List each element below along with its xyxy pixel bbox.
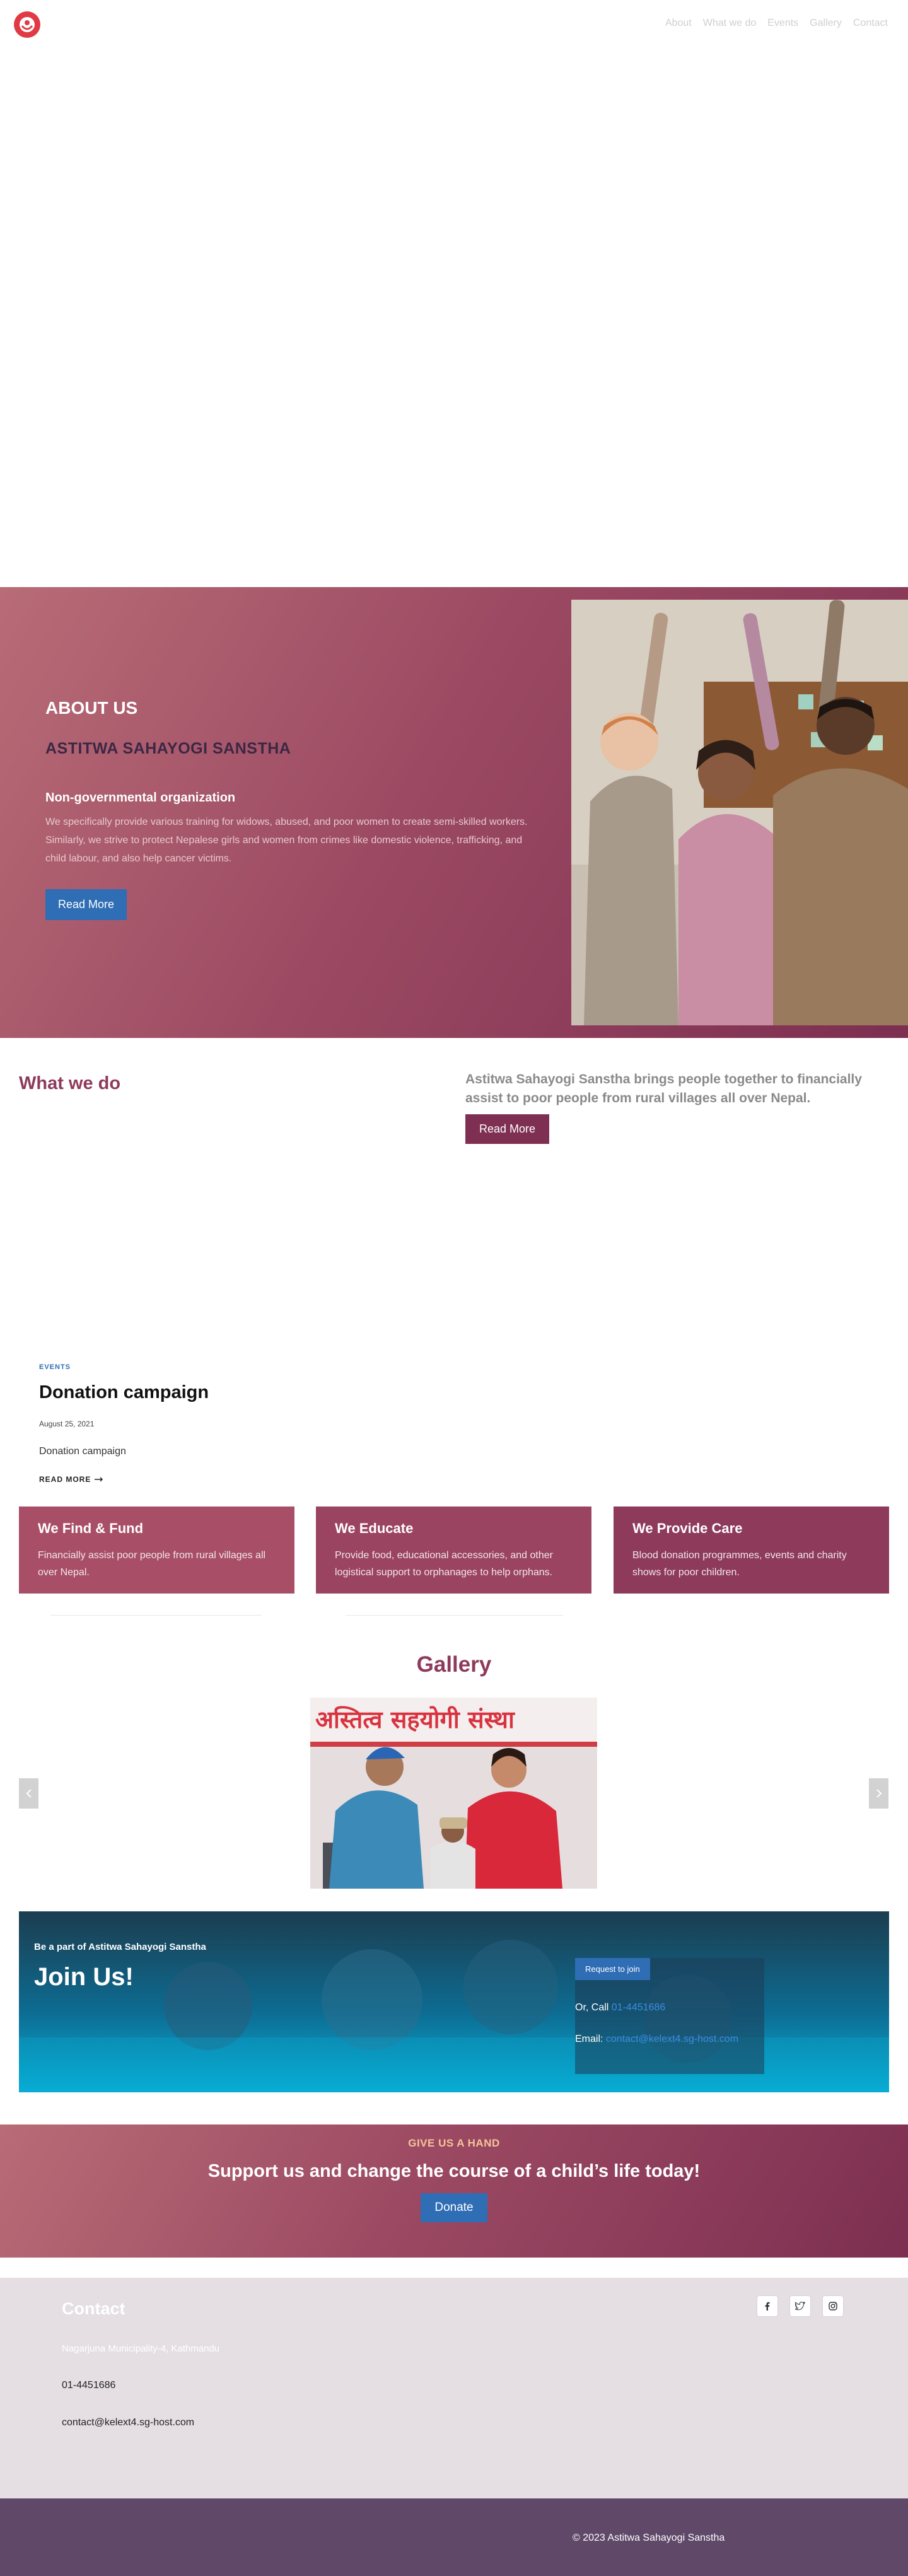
join-email-link[interactable]: contact@kelext4.sg-host.com bbox=[606, 2034, 738, 2044]
nav-item-events[interactable]: Events bbox=[767, 18, 798, 29]
join-panel: Request to join Or, Call 01-4451686 Emai… bbox=[575, 1958, 764, 2074]
nav-item-about[interactable]: About bbox=[665, 18, 692, 29]
join-title: Join Us! bbox=[34, 1963, 134, 1991]
gallery-slide-image: अस्तित्व सहयोगी संस्था bbox=[310, 1698, 597, 1889]
service-card-text: Blood donation programmes, events and ch… bbox=[632, 1550, 847, 1578]
service-card-title: We Educate bbox=[335, 1520, 414, 1536]
chevron-left-icon bbox=[26, 1789, 32, 1798]
nav-item-contact[interactable]: Contact bbox=[853, 18, 888, 29]
gallery-prev-button[interactable] bbox=[19, 1778, 38, 1809]
donation-event-photo: अस्तित्व सहयोगी संस्था bbox=[310, 1698, 597, 1889]
event-date: August 25, 2021 bbox=[39, 1419, 95, 1428]
donate-title: Support us and change the course of a ch… bbox=[207, 2161, 701, 2181]
services-cards: We Find & Fund Financially assist poor p… bbox=[19, 1507, 889, 1594]
join-email-line: Email: contact@kelext4.sg-host.com bbox=[575, 2034, 738, 2045]
event-post: EVENTS Donation campaign August 25, 2021… bbox=[39, 1363, 354, 1484]
instagram-link[interactable] bbox=[822, 2295, 844, 2317]
facebook-link[interactable] bbox=[757, 2295, 778, 2317]
about-text: ABOUT US ASTITWA SAHAYOGI SANSTHA Non-go… bbox=[45, 698, 537, 920]
footer-copyright: © 2023 Astitwa Sahayogi Sanstha bbox=[573, 2532, 725, 2543]
donate-section: GIVE US A HAND Support us and change the… bbox=[0, 2124, 908, 2258]
about-description: We specifically provide various training… bbox=[45, 817, 528, 864]
event-read-more-link[interactable]: READ MORE bbox=[39, 1475, 354, 1484]
join-us-section: Be a part of Astitwa Sahayogi Sanstha Jo… bbox=[19, 1911, 889, 2092]
request-to-join-button[interactable]: Request to join bbox=[575, 1958, 650, 1980]
chevron-right-icon bbox=[876, 1789, 882, 1798]
join-call-line: Or, Call 01-4451686 bbox=[575, 2002, 665, 2014]
divider bbox=[50, 1615, 262, 1616]
about-photo bbox=[571, 600, 908, 1025]
contact-email[interactable]: contact@kelext4.sg-host.com bbox=[62, 2417, 194, 2428]
gallery-next-button[interactable] bbox=[869, 1778, 888, 1809]
join-phone-link[interactable]: 01-4451686 bbox=[612, 2002, 665, 2013]
site-logo[interactable] bbox=[14, 11, 40, 38]
celebrating-people-image bbox=[571, 600, 908, 1025]
service-card-care: We Provide Care Blood donation programme… bbox=[614, 1507, 889, 1594]
nav-item-what-we-do[interactable]: What we do bbox=[703, 18, 756, 29]
facebook-icon bbox=[765, 2302, 770, 2311]
divider bbox=[346, 1615, 563, 1616]
what-we-do-read-more-button[interactable]: Read More bbox=[465, 1114, 550, 1144]
event-excerpt: Donation campaign bbox=[39, 1446, 126, 1457]
join-call-label: Or, Call bbox=[575, 2002, 609, 2013]
twitter-icon bbox=[795, 2302, 805, 2311]
service-card-title: We Provide Care bbox=[632, 1520, 743, 1536]
service-card-text: Provide food, educational accessories, a… bbox=[335, 1550, 553, 1578]
join-email-label: Email: bbox=[575, 2034, 603, 2044]
arrow-right-icon bbox=[95, 1477, 103, 1482]
event-read-more-label: READ MORE bbox=[39, 1475, 91, 1484]
event-category-tag[interactable]: EVENTS bbox=[39, 1363, 354, 1371]
site-footer: © 2023 Astitwa Sahayogi Sanstha bbox=[0, 2498, 908, 2576]
donate-kicker: GIVE US A HAND bbox=[408, 2137, 500, 2149]
service-card-find-fund: We Find & Fund Financially assist poor p… bbox=[19, 1507, 294, 1594]
site-header: About What we do Events Gallery Contact bbox=[0, 0, 908, 49]
contact-address: Nagarjuna Municipality-4, Kathmandu bbox=[62, 2343, 220, 2354]
join-kicker: Be a part of Astitwa Sahayogi Sanstha bbox=[34, 1942, 206, 1952]
service-card-text: Financially assist poor people from rura… bbox=[38, 1550, 266, 1578]
what-we-do-intro: Astitwa Sahayogi Sanstha brings people t… bbox=[465, 1070, 894, 1144]
what-we-do-description: Astitwa Sahayogi Sanstha brings people t… bbox=[465, 1072, 862, 1105]
what-we-do-title: What we do bbox=[19, 1073, 121, 1093]
gallery-title: Gallery bbox=[416, 1652, 492, 1677]
event-title[interactable]: Donation campaign bbox=[39, 1382, 354, 1403]
contact-phone[interactable]: 01-4451686 bbox=[62, 2380, 115, 2391]
contact-section: Contact Nagarjuna Municipality-4, Kathma… bbox=[0, 2278, 908, 2498]
service-card-educate: We Educate Provide food, educational acc… bbox=[316, 1507, 591, 1594]
logo-emblem-icon bbox=[20, 17, 35, 32]
about-subtitle: Non-governmental organization bbox=[45, 791, 236, 805]
twitter-link[interactable] bbox=[789, 2295, 811, 2317]
service-card-title: We Find & Fund bbox=[38, 1520, 144, 1536]
about-section: ABOUT US ASTITWA SAHAYOGI SANSTHA Non-go… bbox=[0, 587, 908, 1038]
about-title: ASTITWA SAHAYOGI SANSTHA bbox=[45, 740, 291, 757]
gallery-banner-text: अस्तित्व सहयोगी संस्था bbox=[315, 1706, 515, 1734]
about-read-more-button[interactable]: Read More bbox=[45, 889, 127, 920]
contact-title: Contact bbox=[62, 2299, 125, 2318]
instagram-icon bbox=[829, 2302, 837, 2311]
donate-button[interactable]: Donate bbox=[421, 2193, 487, 2222]
about-eyebrow: ABOUT US bbox=[45, 698, 138, 718]
nav-item-gallery[interactable]: Gallery bbox=[810, 18, 842, 29]
main-nav: About What we do Events Gallery Contact bbox=[665, 18, 888, 29]
